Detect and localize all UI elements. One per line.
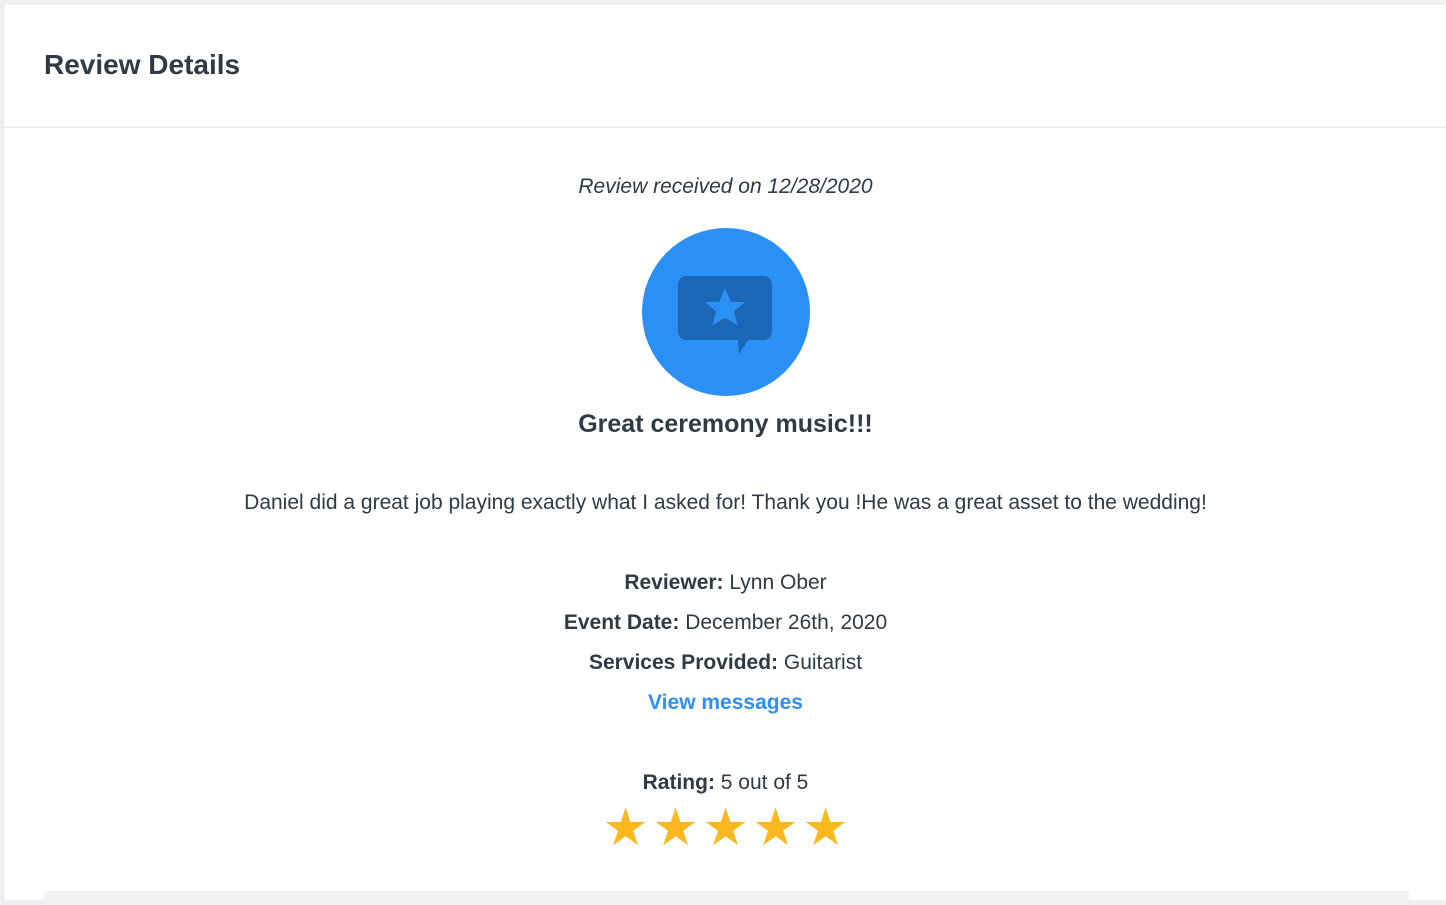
rating-value: 5 out of 5: [720, 771, 809, 794]
review-received-date: Review received on 12/28/2020: [578, 175, 873, 198]
review-text: Daniel did a great job playing exactly w…: [244, 491, 1207, 514]
star-icon: ★: [752, 799, 799, 857]
rating-row: Rating: 5 out of 5: [4, 771, 1446, 795]
page-title: Review Details: [44, 49, 241, 80]
event-date-row: Event Date: December 26th, 2020: [4, 611, 1446, 635]
card-header: Review Details: [4, 5, 1446, 128]
reviewer-row: Reviewer: Lynn Ober: [4, 571, 1446, 595]
review-star-bubble-icon: [678, 276, 772, 354]
services-value: Guitarist: [783, 651, 863, 674]
star-icon: ★: [702, 799, 749, 857]
event-date-label: Event Date:: [563, 611, 680, 634]
services-label: Services Provided:: [588, 651, 779, 674]
review-badge: [642, 228, 810, 396]
bottom-section-edge: [44, 891, 1409, 905]
review-title: Great ceremony music!!!: [578, 410, 873, 438]
review-details-card: Review Details Review received on 12/28/…: [3, 5, 1446, 905]
rating-label: Rating:: [642, 771, 715, 794]
rating-stars: ★ ★ ★ ★ ★: [4, 802, 1446, 854]
reviewer-label: Reviewer:: [624, 571, 724, 594]
event-date-value: December 26th, 2020: [685, 611, 888, 634]
reviewer-value: Lynn Ober: [729, 571, 827, 594]
star-icon: ★: [602, 799, 649, 857]
view-messages-link[interactable]: View messages: [4, 691, 1446, 715]
services-row: Services Provided: Guitarist: [4, 651, 1446, 675]
star-icon: ★: [652, 799, 699, 857]
star-icon: ★: [802, 799, 849, 857]
